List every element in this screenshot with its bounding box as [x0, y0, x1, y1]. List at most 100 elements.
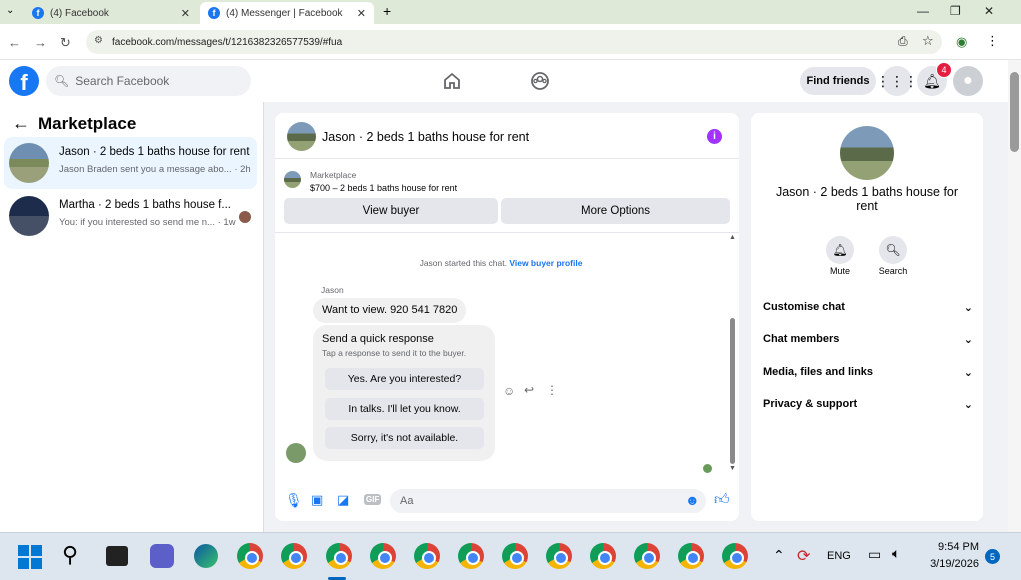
quick-reply-in-talks[interactable]: In talks. I'll let you know. [325, 398, 484, 420]
view-buyer-profile-link[interactable]: View buyer profile [509, 258, 582, 268]
media-files-option[interactable]: Media, files and links ⌄ [763, 366, 973, 379]
quick-reply-sorry[interactable]: Sorry, it's not available. [325, 427, 484, 449]
emoji-icon[interactable]: ☻ [685, 492, 700, 508]
details-avatar [840, 126, 894, 180]
info-icon[interactable]: i [707, 129, 722, 144]
groups-icon[interactable] [530, 71, 550, 91]
facebook-logo-icon[interactable]: f [9, 66, 39, 96]
chrome-profile-icon[interactable] [414, 543, 440, 569]
close-tab-icon[interactable]: ✕ [357, 7, 366, 20]
chrome-profile-icon[interactable] [326, 543, 352, 569]
tab-messenger[interactable]: f (4) Messenger | Facebook ✕ [200, 2, 374, 24]
bookmark-star-icon[interactable]: ☆ [922, 33, 934, 49]
search-input[interactable]: 🔍︎ Search Facebook [46, 66, 251, 96]
system-message-text: Jason started this chat. [419, 258, 507, 268]
search-placeholder: Search Facebook [75, 74, 170, 88]
chevron-down-icon: ⌄ [963, 399, 973, 411]
quick-response-subtitle: Tap a response to send it to the buyer. [322, 348, 467, 358]
volume-icon[interactable]: 🔈︎ [892, 545, 900, 562]
new-tab-icon[interactable]: + [383, 3, 391, 19]
chrome-profile-icon[interactable] [678, 543, 704, 569]
windows-start-icon[interactable] [18, 545, 42, 569]
tab-title: (4) Messenger | Facebook [226, 7, 343, 19]
url-field[interactable]: ⚙ facebook.com/messages/t/12163823265775… [86, 30, 942, 54]
home-icon[interactable] [442, 71, 462, 91]
conversation-preview: You: if you interested so send me n... ·… [59, 217, 236, 228]
search-icon[interactable]: ⚲ [62, 542, 78, 568]
account-avatar[interactable]: ● [953, 66, 983, 96]
message-input[interactable]: Aa [390, 489, 706, 513]
profile-icon[interactable]: ◉ [956, 34, 967, 50]
chrome-profile-icon[interactable] [546, 543, 572, 569]
chrome-profile-icon[interactable] [634, 543, 660, 569]
sidebar-title: Marketplace [38, 114, 137, 133]
sticker-icon[interactable]: ◪ [337, 492, 349, 508]
back-arrow-icon[interactable]: ← [12, 113, 30, 134]
clock-date[interactable]: 3/19/2026 [918, 558, 979, 570]
message-bubble[interactable]: Want to view. 920 541 7820 [313, 298, 466, 323]
clock-time[interactable]: 9:54 PM [924, 541, 979, 553]
tab-search-icon[interactable]: ⌄ [6, 5, 14, 16]
house-thumbnail [9, 143, 49, 183]
quick-reply-yes[interactable]: Yes. Are you interested? [325, 368, 484, 390]
chat-members-option[interactable]: Chat members ⌄ [763, 333, 973, 346]
sync-icon[interactable]: ⟳ [797, 546, 810, 566]
privacy-support-option[interactable]: Privacy & support ⌄ [763, 398, 973, 411]
page-scrollbar[interactable] [1008, 60, 1021, 532]
more-options-button[interactable]: More Options [501, 198, 730, 224]
listing-description: $700 – 2 beds 1 baths house for rent [310, 183, 458, 193]
task-view-icon[interactable] [106, 546, 128, 566]
chat-scrollbar-thumb[interactable] [730, 318, 735, 464]
chrome-profile-icon[interactable] [281, 543, 307, 569]
chrome-icon[interactable] [237, 543, 263, 569]
search-chat-button[interactable]: 🔍︎ [879, 236, 907, 264]
view-buyer-button[interactable]: View buyer [284, 198, 498, 224]
scroll-down-icon[interactable]: ▼ [729, 465, 736, 472]
teams-icon[interactable] [150, 544, 174, 568]
scrollbar-thumb[interactable] [1010, 72, 1019, 152]
chrome-profile-icon[interactable] [458, 543, 484, 569]
gallery-icon[interactable]: ▣ [311, 492, 323, 508]
menu-kebab-icon[interactable]: ⋮ [986, 33, 999, 49]
site-info-icon[interactable]: ⚙ [94, 35, 103, 46]
divider [275, 232, 739, 233]
language-indicator[interactable]: ENG [827, 550, 851, 562]
conversation-item-martha[interactable]: Martha · 2 beds 1 baths house f... You: … [4, 190, 257, 242]
reload-icon[interactable]: ↻ [60, 35, 71, 51]
scroll-up-icon[interactable]: ▲ [729, 234, 736, 241]
tab-facebook[interactable]: f (4) Facebook ✕ [24, 2, 198, 24]
chrome-profile-icon[interactable] [370, 543, 396, 569]
chrome-profile-icon[interactable] [590, 543, 616, 569]
chat-panel: Jason · 2 beds 1 baths house for rent i … [275, 113, 739, 521]
forward-icon[interactable]: → [34, 35, 47, 50]
mute-button[interactable]: 🔔︎ [826, 236, 854, 264]
minimize-icon[interactable]: — [917, 4, 929, 18]
customise-chat-option[interactable]: Customise chat ⌄ [763, 301, 973, 314]
chrome-profile-icon[interactable] [722, 543, 748, 569]
close-tab-icon[interactable]: ✕ [181, 7, 190, 20]
windows-taskbar: ⚲ ⌃ ⟳ ENG ▭ 🔈︎ 9:54 PM 3/19/2026 5 [0, 532, 1021, 580]
menu-grid-icon[interactable]: ⋮⋮⋮ [876, 66, 918, 96]
sender-avatar[interactable] [286, 443, 306, 463]
find-friends-label: Find friends [806, 75, 870, 87]
reply-icon[interactable]: ↩ [524, 383, 534, 397]
back-icon[interactable]: ← [8, 35, 21, 50]
chrome-profile-icon[interactable] [502, 543, 528, 569]
chevron-up-icon[interactable]: ⌃ [773, 547, 785, 564]
close-window-icon[interactable]: ✕ [984, 4, 994, 18]
gif-icon[interactable]: GIF [364, 494, 382, 505]
browser-tab-bar: ⌄ f (4) Facebook ✕ f (4) Messenger | Fac… [0, 0, 1021, 24]
more-actions-icon[interactable]: ⋮ [546, 383, 558, 397]
edge-icon[interactable] [194, 544, 218, 568]
notification-center-badge[interactable]: 5 [985, 549, 1000, 564]
find-friends-button[interactable]: Find friends [800, 67, 876, 95]
chat-avatar[interactable] [287, 122, 316, 151]
thumbs-up-icon[interactable]: 👍︎ [714, 491, 730, 509]
react-emoji-icon[interactable]: ☺ [503, 384, 515, 398]
restore-icon[interactable]: ❐ [950, 4, 961, 18]
install-icon[interactable]: ⎙ [898, 34, 908, 49]
network-icon[interactable]: ▭ [868, 546, 881, 563]
quick-reply-label: Sorry, it's not available. [350, 432, 459, 444]
conversation-item-jason[interactable]: Jason · 2 beds 1 baths house for rent Ja… [4, 137, 257, 189]
microphone-icon[interactable]: 🎙︎ [285, 492, 303, 509]
